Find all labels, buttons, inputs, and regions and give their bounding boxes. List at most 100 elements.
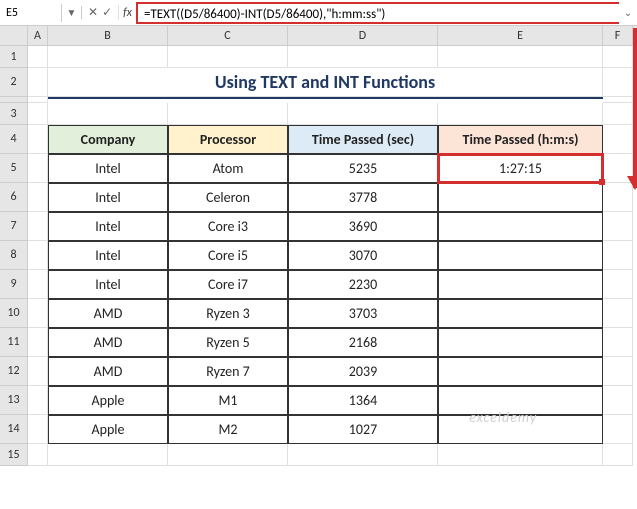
row-header[interactable]: 3 <box>0 103 28 125</box>
col-header-d[interactable]: D <box>288 26 438 45</box>
fill-handle[interactable] <box>599 179 605 185</box>
select-all-corner[interactable] <box>0 26 28 45</box>
col-header-c[interactable]: C <box>168 26 288 45</box>
cell[interactable] <box>48 444 168 466</box>
cell[interactable] <box>48 103 168 125</box>
cell[interactable] <box>28 415 48 444</box>
cell[interactable] <box>28 68 48 97</box>
row-header[interactable]: 1 <box>0 46 28 68</box>
cell[interactable] <box>288 103 438 125</box>
cell[interactable] <box>28 270 48 299</box>
cell-time-sec[interactable]: 5235 <box>288 154 438 183</box>
cell[interactable] <box>28 386 48 415</box>
cell-company[interactable]: Intel <box>48 241 168 270</box>
cell-time-hms[interactable] <box>438 183 603 212</box>
cell[interactable] <box>288 444 438 466</box>
cell-time-hms[interactable] <box>438 212 603 241</box>
cell-time-sec[interactable]: 2168 <box>288 328 438 357</box>
title-cell[interactable]: Using TEXT and INT Functions <box>48 68 603 97</box>
row-header[interactable]: 6 <box>0 183 28 212</box>
cell-processor[interactable]: Ryzen 7 <box>168 357 288 386</box>
enter-icon[interactable]: ✓ <box>102 5 112 20</box>
cell-processor[interactable]: Ryzen 3 <box>168 299 288 328</box>
name-box[interactable]: E5 <box>0 4 62 22</box>
cell[interactable] <box>48 46 168 68</box>
cell-company[interactable]: AMD <box>48 328 168 357</box>
cell[interactable] <box>603 241 633 270</box>
header-company[interactable]: Company <box>48 125 168 154</box>
cell[interactable] <box>603 299 633 328</box>
cell-time-hms[interactable] <box>438 386 603 415</box>
cell[interactable] <box>168 444 288 466</box>
cell-time-hms[interactable] <box>438 328 603 357</box>
cell-time-sec[interactable]: 2230 <box>288 270 438 299</box>
cell-processor[interactable]: Core i3 <box>168 212 288 241</box>
cell-time-hms-selected[interactable]: 1:27:15 <box>438 154 603 183</box>
row-header[interactable]: 12 <box>0 357 28 386</box>
cell-company[interactable]: Intel <box>48 154 168 183</box>
header-time-hms[interactable]: Time Passed (h:m:s) <box>438 125 603 154</box>
cell-company[interactable]: Intel <box>48 183 168 212</box>
cell-company[interactable]: Apple <box>48 386 168 415</box>
cell[interactable] <box>603 125 633 154</box>
row-header[interactable]: 9 <box>0 270 28 299</box>
cell-time-hms[interactable] <box>438 241 603 270</box>
cell-time-sec[interactable]: 3070 <box>288 241 438 270</box>
cell[interactable] <box>28 328 48 357</box>
cell-time-sec[interactable]: 2039 <box>288 357 438 386</box>
cell[interactable] <box>28 299 48 328</box>
cell-processor[interactable]: Atom <box>168 154 288 183</box>
cancel-icon[interactable]: ✕ <box>88 5 98 20</box>
header-processor[interactable]: Processor <box>168 125 288 154</box>
cell[interactable] <box>28 46 48 68</box>
cell[interactable] <box>28 357 48 386</box>
row-header[interactable]: 2 <box>0 68 28 97</box>
cell[interactable] <box>438 444 603 466</box>
cell[interactable] <box>603 103 633 125</box>
cell-time-hms[interactable] <box>438 270 603 299</box>
cell[interactable] <box>438 103 603 125</box>
cell-company[interactable]: Apple <box>48 415 168 444</box>
row-header[interactable]: 8 <box>0 241 28 270</box>
cell-company[interactable]: AMD <box>48 357 168 386</box>
cell-time-sec[interactable]: 1364 <box>288 386 438 415</box>
col-header-b[interactable]: B <box>48 26 168 45</box>
cell[interactable] <box>28 103 48 125</box>
cell[interactable] <box>28 241 48 270</box>
row-header[interactable]: 14 <box>0 415 28 444</box>
cell-time-hms[interactable] <box>438 299 603 328</box>
cell[interactable] <box>603 357 633 386</box>
expand-formula-icon[interactable]: ⌄ <box>619 6 637 19</box>
cell-company[interactable]: AMD <box>48 299 168 328</box>
cell-processor[interactable]: M2 <box>168 415 288 444</box>
cell[interactable] <box>168 46 288 68</box>
cell-processor[interactable]: M1 <box>168 386 288 415</box>
formula-input[interactable]: =TEXT((D5/86400)-INT(D5/86400),"h:mm:ss"… <box>136 2 619 24</box>
row-header[interactable]: 5 <box>0 154 28 183</box>
cell[interactable] <box>28 154 48 183</box>
row-header[interactable]: 10 <box>0 299 28 328</box>
cell[interactable] <box>603 270 633 299</box>
cell-time-sec[interactable]: 1027 <box>288 415 438 444</box>
cell-time-hms[interactable] <box>438 415 603 444</box>
cell[interactable] <box>438 46 603 68</box>
name-box-dropdown-icon[interactable]: ▼ <box>62 6 82 19</box>
col-header-a[interactable]: A <box>28 26 48 45</box>
cell[interactable] <box>288 46 438 68</box>
row-header[interactable]: 4 <box>0 125 28 154</box>
row-header[interactable]: 7 <box>0 212 28 241</box>
cell-time-sec[interactable]: 3778 <box>288 183 438 212</box>
fx-icon[interactable]: fx <box>119 6 136 20</box>
cell[interactable] <box>603 46 633 68</box>
cell[interactable] <box>603 328 633 357</box>
cell-processor[interactable]: Ryzen 5 <box>168 328 288 357</box>
cell[interactable] <box>603 386 633 415</box>
cell[interactable] <box>28 183 48 212</box>
cell-time-sec[interactable]: 3703 <box>288 299 438 328</box>
cell[interactable] <box>603 68 633 97</box>
cell[interactable] <box>603 415 633 444</box>
cell-processor[interactable]: Celeron <box>168 183 288 212</box>
col-header-e[interactable]: E <box>438 26 603 45</box>
cell-company[interactable]: Intel <box>48 270 168 299</box>
cell[interactable] <box>168 103 288 125</box>
